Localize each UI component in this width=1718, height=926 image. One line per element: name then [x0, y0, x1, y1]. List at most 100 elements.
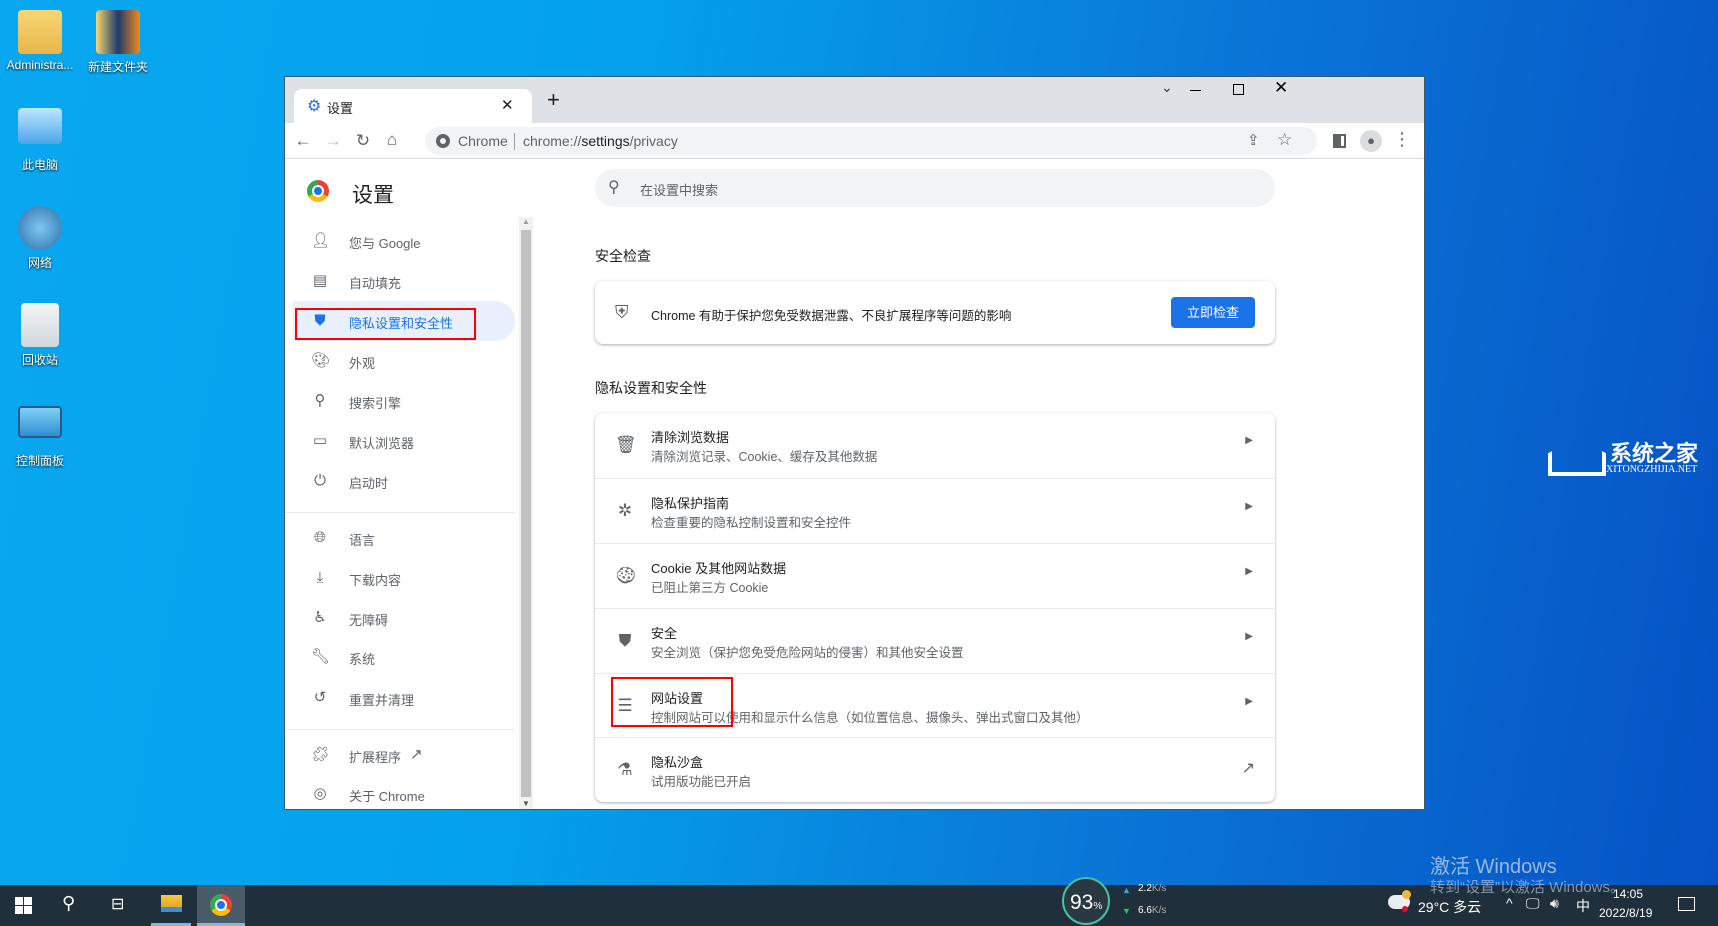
search-icon: ⚲ [608, 177, 620, 197]
sidebar-item-reset[interactable]: ↺重置并清理 [293, 678, 515, 718]
weather-text[interactable]: 29°C 多云 [1418, 897, 1481, 917]
download-icon: ⤓ [311, 569, 329, 587]
usage-unit: % [1093, 901, 1102, 912]
notification-center-icon[interactable] [1678, 897, 1695, 911]
sidebar-item-downloads[interactable]: ⤓下载内容 [293, 558, 515, 598]
chevron-right-icon: ▶ [1245, 566, 1253, 577]
bookmark-star-icon[interactable]: ☆ [1277, 130, 1292, 150]
sidebar-item-about-chrome[interactable]: ◎关于 Chrome [293, 774, 515, 810]
annotation-box-privacy-nav [295, 308, 476, 340]
desktop-icon-control-panel[interactable]: 控制面板 [0, 406, 80, 469]
shield-icon: ⛊ [615, 631, 635, 651]
home-icon[interactable]: ⌂ [381, 130, 403, 150]
restore-icon: ↺ [311, 689, 329, 707]
back-icon[interactable]: ← [292, 131, 314, 151]
address-bar[interactable]: Chrome chrome://settings/privacy ⇪ ☆ [425, 127, 1317, 155]
network-speed-widget[interactable]: 93% ▲ 2.2K/s ▼ 6.6K/s [1062, 877, 1177, 926]
puzzle-icon: 🧩︎ [311, 746, 329, 764]
settings-title: 设置 [352, 179, 394, 209]
safety-check-heading: 安全检查 [595, 246, 651, 266]
desktop-icon-recycle-bin[interactable]: 回收站 [0, 303, 80, 368]
maximize-button[interactable] [1233, 84, 1244, 95]
file-explorer-icon[interactable] [151, 885, 191, 926]
palette-icon: 🎨︎ [311, 352, 329, 370]
weather-cloud-icon[interactable] [1388, 895, 1410, 909]
volume-icon[interactable]: 🔊︎ [1550, 895, 1559, 912]
desktop-icon-network[interactable]: 网络 [0, 206, 80, 271]
external-link-icon: ↗ [410, 745, 423, 763]
network-icon [18, 206, 62, 250]
chrome-page-icon [436, 134, 450, 148]
globe-icon: 🌐︎ [311, 529, 329, 547]
chrome-taskbar-icon[interactable] [197, 885, 245, 926]
scrollbar-thumb[interactable] [521, 230, 531, 797]
activation-title: 激活 Windows [1430, 850, 1557, 879]
share-icon[interactable]: ⇪ [1247, 131, 1260, 149]
omnibox-separator [514, 133, 515, 150]
logo-subtext: XITONGZHIJIA.NET [1606, 464, 1697, 475]
upload-arrow-icon: ▲ [1122, 885, 1131, 895]
sidebar-divider [285, 512, 515, 513]
chevron-right-icon: ▶ [1245, 501, 1253, 512]
sidebar-scrollbar[interactable]: ▲ ▼ [519, 217, 533, 810]
task-view-icon[interactable]: ⊟ [111, 894, 124, 914]
chrome-logo-icon [307, 180, 329, 202]
activation-subtitle: 转到“设置”以激活 Windows。 [1430, 876, 1625, 897]
row-cookies[interactable]: 🍪︎Cookie 及其他网站数据已阻止第三方 Cookie▶ [595, 543, 1275, 608]
row-clear-browsing-data[interactable]: 🗑︎清除浏览数据清除浏览记录、Cookie、缓存及其他数据▶ [595, 413, 1275, 478]
reload-icon[interactable]: ↻ [352, 131, 374, 151]
side-panel-icon[interactable] [1333, 134, 1346, 148]
sidebar-item-system[interactable]: 🔧︎系统 [293, 637, 515, 677]
sidebar-item-appearance[interactable]: 🎨︎外观 [293, 341, 515, 381]
scroll-up-arrow[interactable]: ▲ [522, 217, 530, 226]
wrench-icon: 🔧︎ [311, 648, 329, 666]
sidebar-item-accessibility[interactable]: ♿︎无障碍 [293, 598, 515, 638]
sidebar-divider [285, 729, 515, 730]
sidebar-item-you-and-google[interactable]: 👤︎您与 Google [293, 221, 515, 261]
desktop-icon-this-pc[interactable]: 此电脑 [0, 108, 80, 173]
search-icon[interactable]: ⚲ [62, 893, 75, 914]
sidebar-item-languages[interactable]: 🌐︎语言 [293, 518, 515, 558]
new-tab-button[interactable]: + [547, 87, 560, 113]
ime-indicator[interactable]: 中 [1576, 896, 1590, 916]
chrome-window: ⚙ 设置 ✕ + ⌄ ✕ ← → ↻ ⌂ Chrome chrome://set… [284, 76, 1425, 810]
row-privacy-sandbox[interactable]: ⚗隐私沙盒试用版功能已开启↗ [595, 737, 1275, 802]
tab-search-chevron-icon[interactable]: ⌄ [1161, 79, 1173, 96]
site-label: Chrome [458, 133, 508, 149]
check-now-button[interactable]: 立即检查 [1171, 297, 1255, 328]
trash-icon: 🗑︎ [615, 435, 635, 455]
close-window-button[interactable]: ✕ [1274, 78, 1288, 98]
profile-avatar[interactable]: ● [1360, 130, 1382, 152]
close-tab-icon[interactable]: ✕ [501, 96, 514, 114]
start-windows-icon[interactable] [15, 897, 32, 914]
network-icon[interactable]: 🖵︎ [1526, 895, 1540, 912]
menu-kebab-icon[interactable]: ⋮ [1393, 129, 1411, 150]
sidebar-item-extensions[interactable]: 🧩︎扩展程序↗ [293, 735, 515, 775]
sidebar-item-search-engine[interactable]: ⚲搜索引擎 [293, 381, 515, 421]
privacy-heading: 隐私设置和安全性 [595, 378, 707, 398]
desktop-icon-administrator[interactable]: Administra... [0, 10, 80, 72]
tab-settings[interactable]: ⚙ 设置 ✕ [294, 89, 532, 123]
url-text: chrome://settings/privacy [523, 133, 678, 149]
search-placeholder: 在设置中搜索 [640, 180, 718, 199]
row-privacy-guide[interactable]: ✲隐私保护指南检查重要的隐私控制设置和安全控件▶ [595, 478, 1275, 543]
upload-speed: 2.2K/s [1138, 883, 1166, 894]
row-security[interactable]: ⛊安全安全浏览（保护您免受危险网站的侵害）和其他安全设置▶ [595, 608, 1275, 673]
desktop-icon-new-folder[interactable]: 新建文件夹 [78, 10, 158, 75]
forward-icon[interactable]: → [322, 131, 344, 151]
usage-value: 93 [1070, 891, 1093, 914]
clock-date[interactable]: 2022/8/19 [1599, 906, 1652, 920]
settings-search[interactable]: ⚲ 在设置中搜索 [595, 169, 1275, 207]
sidebar-item-autofill[interactable]: ▤自动填充 [293, 261, 515, 301]
sidebar-item-on-startup[interactable]: ⏻启动时 [293, 461, 515, 501]
minimize-button[interactable] [1190, 90, 1201, 91]
control-panel-icon [18, 406, 62, 438]
clipboard-icon: ▤ [311, 272, 329, 290]
url-path: /privacy [630, 133, 678, 149]
show-hidden-icons-chevron[interactable]: ^ [1506, 895, 1513, 911]
compass-icon: ✲ [615, 501, 635, 521]
upload-value: 2.2 [1138, 883, 1152, 894]
safety-check-text: Chrome 有助于保护您免受数据泄露、不良扩展程序等问题的影响 [651, 305, 1011, 324]
sidebar-item-default-browser[interactable]: ▭默认浏览器 [293, 421, 515, 461]
scroll-down-arrow[interactable]: ▼ [522, 799, 530, 808]
